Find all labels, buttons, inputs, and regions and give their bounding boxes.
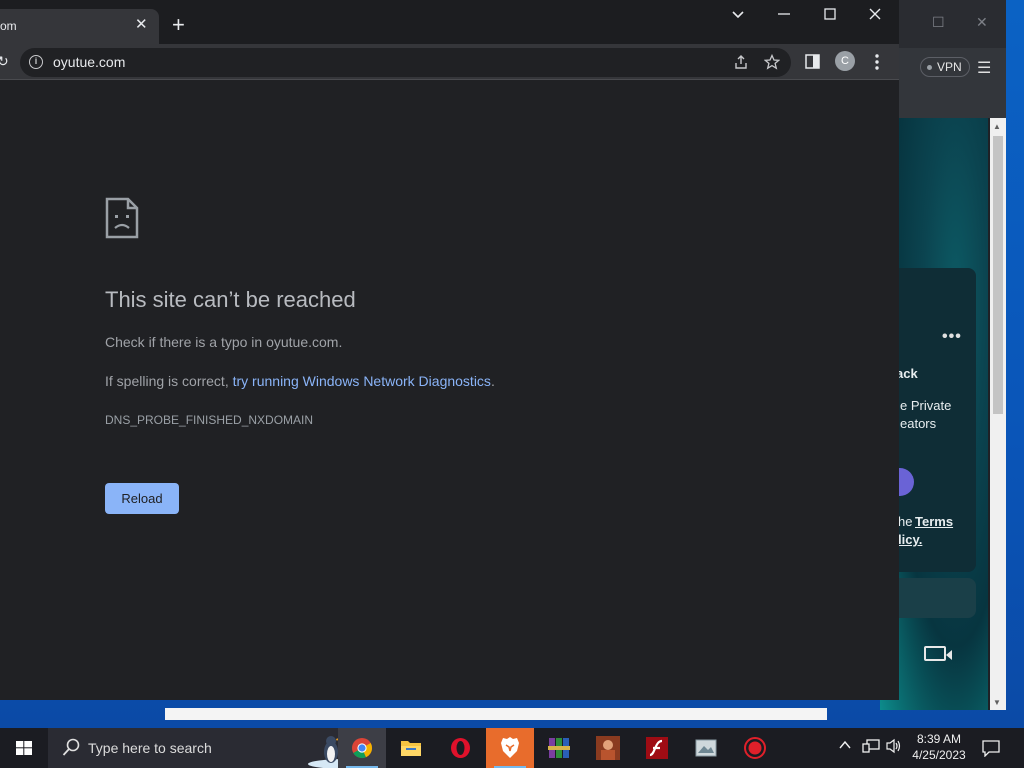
clock-date: 4/25/2023 [912, 748, 966, 762]
error-diagnostics-line: If spelling is correct, try running Wind… [105, 373, 495, 389]
address-url[interactable]: oyutue.com [53, 54, 125, 70]
background-close-icon[interactable]: ✕ [976, 14, 988, 31]
browser-toolbar: i oyutue.com C [0, 44, 899, 80]
scrollbar-thumb[interactable] [993, 136, 1003, 414]
taskbar-brave-app[interactable] [486, 728, 534, 768]
error-code: DNS_PROBE_FINISHED_NXDOMAIN [105, 413, 314, 427]
reload-arrow-icon[interactable]: ↻ [0, 53, 9, 70]
game-thumbnail-icon [596, 736, 620, 760]
taskbar-game-app[interactable] [584, 728, 632, 768]
vpn-badge[interactable]: VPN [920, 57, 970, 77]
bookmark-star-icon[interactable] [763, 53, 781, 74]
tab-search-chevron-icon[interactable] [731, 7, 745, 25]
terms-link[interactable]: Terms [915, 514, 953, 529]
error-typo-hint: Check if there is a typo in oyutue.com. [105, 334, 343, 350]
volume-icon[interactable] [885, 738, 903, 757]
record-icon [744, 737, 766, 759]
tab-title: om [0, 19, 17, 33]
brave-lion-icon [501, 737, 519, 758]
background-scrollbar[interactable]: ▲ ▼ [990, 118, 1006, 710]
show-hidden-icons-chevron-icon[interactable] [838, 738, 852, 755]
background-text-private: e Private [900, 398, 952, 413]
desktop-window-strip [165, 708, 827, 720]
site-info-icon[interactable]: i [29, 55, 43, 69]
start-button[interactable] [0, 728, 48, 768]
background-text-ack: ack [896, 366, 918, 381]
taskbar-search-box[interactable]: Type here to search [48, 728, 384, 768]
taskbar-chrome-app[interactable] [338, 728, 386, 768]
reload-button[interactable]: Reload [105, 483, 179, 514]
background-menu-icon[interactable]: ☰ [977, 58, 991, 78]
share-icon[interactable] [733, 54, 749, 74]
side-panel-icon[interactable] [805, 54, 820, 74]
taskbar-clock[interactable]: 8:39 AM 4/25/2023 [906, 731, 972, 763]
close-window-icon[interactable] [868, 7, 882, 25]
minimize-icon[interactable] [777, 7, 791, 25]
error-diagnostics-prefix: If spelling is correct, [105, 373, 233, 389]
scroll-up-arrow-icon[interactable]: ▲ [993, 122, 1001, 131]
chrome-window: om ✕ + i oyutue.com C ↻ This site can’t … [0, 0, 899, 700]
windows-logo-icon [16, 741, 32, 755]
taskbar-flash-app[interactable] [633, 728, 681, 768]
winrar-books-icon [548, 738, 570, 758]
flash-player-icon [646, 737, 668, 759]
clock-time: 8:39 AM [916, 732, 962, 746]
background-maximize-icon[interactable]: ☐ [932, 14, 945, 31]
more-options-icon[interactable]: ••• [942, 328, 962, 346]
new-tab-plus-icon[interactable]: + [172, 14, 185, 36]
background-text-eators: eators [900, 416, 937, 431]
photo-viewer-icon [695, 739, 717, 757]
search-icon [62, 738, 80, 756]
profile-avatar[interactable]: C [835, 51, 855, 71]
scroll-down-arrow-icon[interactable]: ▼ [993, 698, 1001, 707]
chrome-icon [352, 738, 373, 759]
network-icon[interactable] [862, 738, 880, 757]
opera-icon [451, 738, 470, 758]
tab-close-icon[interactable]: ✕ [135, 17, 148, 33]
taskbar-photos-app[interactable] [682, 728, 730, 768]
tab-strip: om ✕ + [0, 0, 899, 44]
taskbar-recorder-app[interactable] [731, 728, 779, 768]
maximize-icon[interactable] [823, 7, 837, 25]
address-bar[interactable]: i oyutue.com [20, 48, 791, 77]
taskbar-opera-app[interactable] [436, 728, 484, 768]
network-diagnostics-link[interactable]: try running Windows Network Diagnostics [233, 373, 491, 389]
kebab-menu-icon[interactable] [874, 53, 880, 76]
tab-active[interactable]: om ✕ [0, 9, 159, 44]
taskbar-winrar-app[interactable] [535, 728, 583, 768]
taskbar-file-explorer-app[interactable] [387, 728, 435, 768]
search-placeholder: Type here to search [88, 740, 212, 756]
sad-page-icon [105, 197, 139, 244]
folder-icon [401, 741, 421, 756]
background-text-he: he [898, 514, 913, 529]
video-camera-icon[interactable] [924, 646, 952, 661]
error-diagnostics-suffix: . [490, 373, 495, 389]
error-title: This site can’t be reached [105, 287, 356, 312]
notifications-icon[interactable] [982, 739, 1000, 760]
policy-link[interactable]: licy. [898, 532, 922, 547]
taskbar: Type here to search 8:39 AM 4/25/2023 [0, 728, 1024, 768]
